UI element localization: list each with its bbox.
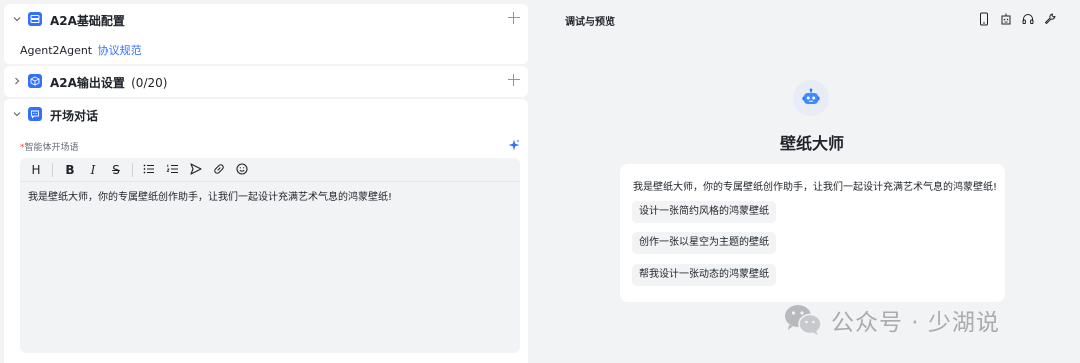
section-header-a2a-output[interactable]: A2A输出设置 (0/20) [4, 66, 528, 97]
toolbar-divider [132, 163, 133, 177]
protocol-text: Agent2Agent 协议规范 [20, 42, 142, 58]
watermark: 公众号 · 少湖说 [783, 300, 1000, 340]
bold-button[interactable]: B [62, 162, 78, 178]
chevron-down-icon[interactable] [12, 14, 22, 24]
ai-sparkle-icon[interactable] [508, 139, 520, 154]
section-a2a-config: A2A基础配置 Agent2Agent 协议规范 [4, 4, 528, 64]
section-a2a-output: A2A输出设置 (0/20) [4, 66, 528, 97]
phone-icon[interactable] [977, 12, 991, 26]
bot-name: 壁纸大师 [779, 134, 844, 153]
section-title: A2A基础配置 [50, 14, 125, 28]
link-icon[interactable] [211, 162, 227, 178]
robot-settings-icon[interactable] [999, 12, 1013, 26]
ordered-list-icon[interactable] [165, 162, 181, 178]
chevron-down-icon[interactable] [12, 109, 22, 119]
wrench-icon[interactable] [1043, 12, 1057, 26]
watermark-text: 公众号 · 少湖说 [831, 310, 1000, 336]
field-label-opening: *智能体开场语 [20, 140, 79, 153]
emoji-icon[interactable] [234, 162, 250, 178]
section-count: (0/20) [131, 76, 168, 90]
greeting-card: 我是壁纸大师，你的专属壁纸创作助手，让我们一起设计充满艺术气息的鸿蒙壁纸! 设计… [620, 164, 1005, 302]
protocol-prefix: Agent2Agent [20, 44, 93, 57]
editor-content[interactable]: 我是壁纸大师，你的专属壁纸创作助手，让我们一起设计充满艺术气息的鸿蒙壁纸! [28, 188, 392, 203]
strikethrough-button[interactable]: S [108, 162, 124, 178]
section-title-text: A2A输出设置 [50, 76, 125, 90]
chat-bubble-icon [28, 107, 42, 121]
add-icon[interactable] [508, 12, 520, 24]
server-icon [28, 12, 42, 26]
italic-button[interactable]: I [85, 162, 101, 178]
chevron-right-icon[interactable] [12, 76, 22, 86]
suggestion-chip[interactable]: 创作一张以星空为主题的壁纸 [632, 232, 776, 254]
editor-toolbar: H B I S [20, 158, 520, 182]
robot-icon [802, 88, 820, 104]
cube-icon [28, 74, 42, 88]
toolbar-divider [52, 163, 53, 177]
send-arrow-icon[interactable] [188, 162, 204, 178]
suggestion-chip[interactable]: 设计一张简约风格的鸿蒙壁纸 [632, 201, 776, 223]
field-label-text: 智能体开场语 [24, 143, 79, 153]
section-header-opening[interactable]: 开场对话 [4, 99, 528, 130]
bullet-list-icon[interactable] [141, 162, 157, 178]
headset-icon[interactable] [1021, 12, 1035, 26]
protocol-spec-link[interactable]: 协议规范 [98, 44, 142, 57]
greeting-text: 我是壁纸大师，你的专属壁纸创作助手，让我们一起设计充满艺术气息的鸿蒙壁纸! [633, 182, 998, 193]
config-panel: A2A基础配置 Agent2Agent 协议规范 A2A输出设置 (0/20) [0, 0, 530, 363]
bot-avatar [793, 80, 829, 116]
add-icon[interactable] [508, 74, 520, 86]
heading-button[interactable]: H [28, 162, 44, 178]
section-title: 开场对话 [50, 109, 99, 123]
section-title: A2A输出设置 (0/20) [50, 74, 167, 91]
opening-editor[interactable]: H B I S 我是壁纸大师，你的专属壁纸创作助手，让我们一起设计充满艺术气息的… [20, 158, 520, 353]
section-opening-dialog: 开场对话 *智能体开场语 H B I S 我是壁纸大师，你的专属壁纸创作助手，让… [4, 99, 528, 363]
preview-panel: 调试与预览 壁纸大师 我是壁纸大师，你的专属壁纸创作助手，让我们一起设计充满艺术… [531, 0, 1080, 363]
suggestion-chip[interactable]: 帮我设计一张动态的鸿蒙壁纸 [632, 264, 776, 286]
section-header-a2a-config[interactable]: A2A基础配置 [4, 4, 528, 35]
wechat-logo-icon [785, 305, 822, 335]
preview-title: 调试与预览 [565, 17, 615, 28]
